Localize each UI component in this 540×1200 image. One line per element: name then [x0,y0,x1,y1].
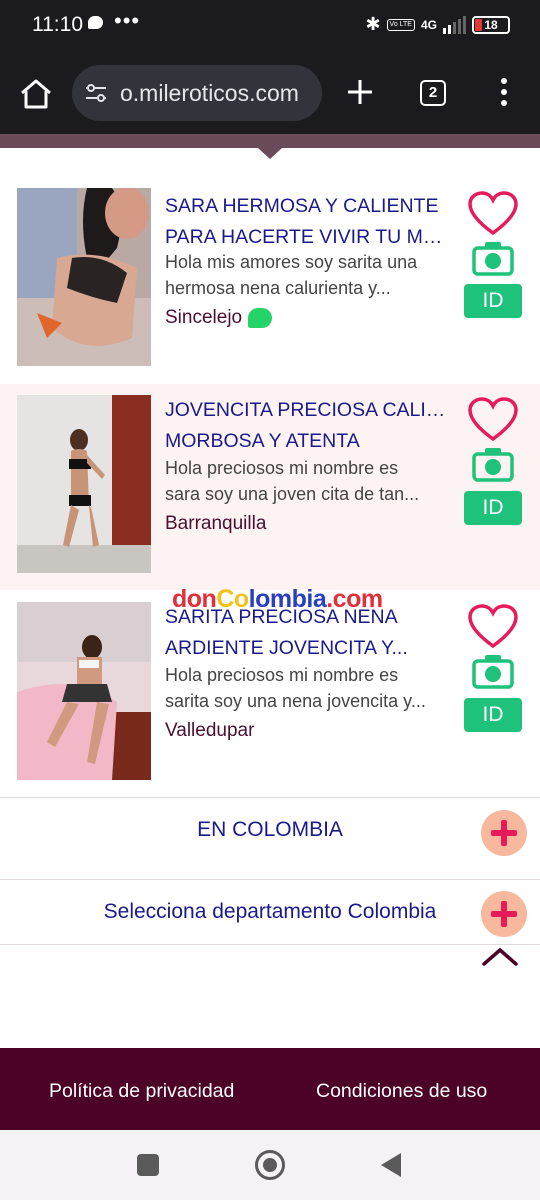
section-title[interactable]: Selecciona departamento Colombia [0,900,540,924]
watermark-logo: donColombia.com [172,585,383,613]
header-notch [258,148,282,159]
home-icon[interactable] [18,76,54,112]
heart-icon[interactable] [467,191,519,237]
header-strip [0,134,540,159]
divider [0,944,540,945]
battery-level: 18 [484,17,498,32]
section-title[interactable]: EN COLOMBIA [0,818,540,842]
browser-toolbar: o.mileroticos.com 2 [0,52,540,134]
address-bar[interactable]: o.mileroticos.com [72,65,322,121]
whatsapp-icon[interactable] [248,307,273,328]
id-button[interactable]: ID [464,698,522,732]
camera-icon[interactable] [472,446,514,482]
listing-description: Hola preciosos mi nombre es sarita soy u… [165,665,426,711]
recent-apps-icon[interactable] [137,1154,159,1176]
listing-card[interactable]: SARA HERMOSA Y CALIENTE PARA HACERTE VIV… [0,177,540,383]
new-tab-icon[interactable] [346,78,374,106]
system-nav-bar [0,1130,540,1200]
listing-title[interactable]: SARA HERMOSA Y CALIENTE PARA HACERTE VIV… [165,191,450,253]
heart-icon[interactable] [467,397,519,443]
overflow-menu-icon[interactable] [494,78,514,108]
terms-link[interactable]: Condiciones de uso [316,1080,487,1103]
listing-card[interactable]: JOVENCITA PRECIOSA CALIENTE MORBOSA Y AT… [0,384,540,590]
status-right: ✱ Vo LTE 4G 18 [365,14,510,35]
listing-photo[interactable] [17,188,151,366]
tab-switcher-button[interactable]: 2 [420,80,446,106]
volte-badge: Vo LTE [386,18,415,31]
listing-photo[interactable] [17,395,151,573]
listing-card[interactable]: SARITA PRECIOSA NENA ARDIENTE JOVENCITA … [0,591,540,797]
chevron-up-icon[interactable] [480,944,520,968]
listing-title[interactable]: JOVENCITA PRECIOSA CALIENTE MORBOSA Y AT… [165,395,450,457]
heart-icon[interactable] [467,604,519,650]
home-nav-icon[interactable] [255,1150,285,1180]
network-type: 4G [420,17,437,32]
camera-icon[interactable] [472,653,514,689]
signal-icon [443,15,466,34]
privacy-link[interactable]: Política de privacidad [49,1080,234,1103]
footer: Política de privacidad Condiciones de us… [0,1048,540,1130]
battery-icon: 18 [472,15,510,34]
camera-icon[interactable] [472,240,514,276]
listing-description: Hola mis amores soy sarita una hermosa n… [165,252,418,298]
plus-icon[interactable] [481,810,527,856]
site-settings-icon[interactable] [84,83,108,103]
id-button[interactable]: ID [464,284,522,318]
more-notifications-icon: ••• [114,8,141,33]
url-text[interactable]: o.mileroticos.com [120,65,299,121]
plus-icon[interactable] [481,891,527,937]
section-en-colombia[interactable]: EN COLOMBIA [0,797,540,879]
listing-city: Barranquilla [165,513,267,534]
bluetooth-icon: ✱ [365,14,381,34]
listing-photo[interactable] [17,602,151,780]
id-button[interactable]: ID [464,491,522,525]
chat-bubble-icon [88,16,103,29]
listing-city: Valledupar [165,720,255,741]
section-departamento[interactable]: Selecciona departamento Colombia [0,879,540,945]
listing-city: Sincelejo [165,307,273,329]
back-icon[interactable] [381,1153,401,1177]
status-time: 11:10 [32,13,83,36]
status-bar: 11:10 ••• ✱ Vo LTE 4G 18 [0,0,540,52]
listing-description: Hola preciosos mi nombre es sara soy una… [165,458,420,504]
